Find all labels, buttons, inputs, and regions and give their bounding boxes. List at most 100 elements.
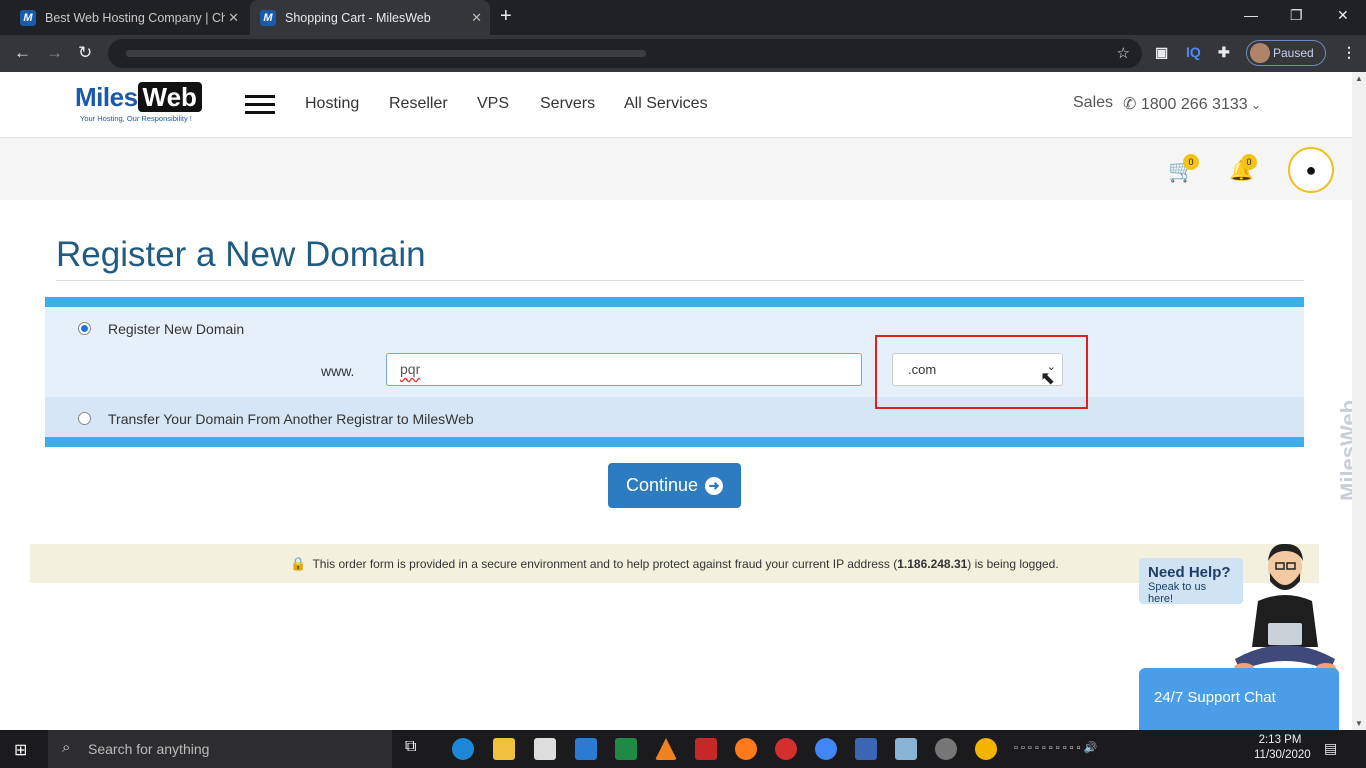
transfer-option-label[interactable]: Transfer Your Domain From Another Regist… bbox=[108, 411, 474, 427]
media-app-icon[interactable] bbox=[935, 738, 957, 760]
chrome-active-icon[interactable] bbox=[815, 738, 837, 760]
tab-title: Best Web Hosting Company | Ch bbox=[45, 10, 225, 25]
cart-count-badge: 0 bbox=[1183, 154, 1199, 170]
phone-number: 1800 266 3133 bbox=[1140, 96, 1248, 113]
register-option-label[interactable]: Register New Domain bbox=[108, 321, 244, 337]
profile-status: Paused bbox=[1273, 46, 1314, 60]
need-help-title: Need Help? bbox=[1148, 564, 1231, 581]
milesweb-logo[interactable]: Miles Web Your Hosting, Our Responsibilit… bbox=[75, 82, 202, 123]
lock-icon: 🔒 bbox=[290, 555, 307, 571]
extension-screen-icon[interactable]: ▣ bbox=[1155, 44, 1168, 61]
logo-tagline: Your Hosting, Our Responsibility ! bbox=[80, 114, 192, 123]
scroll-down-icon[interactable]: ▼ bbox=[1355, 719, 1363, 728]
system-clock[interactable]: 2:13 PM 11/30/2020 bbox=[1254, 733, 1311, 763]
browser-tab-strip: M Best Web Hosting Company | Ch ✕ M Shop… bbox=[0, 0, 1366, 35]
need-help-subtitle: Speak to us here! bbox=[1148, 581, 1207, 605]
side-logo: MilesWeb bbox=[1336, 327, 1352, 517]
avatar bbox=[1250, 43, 1270, 63]
nav-hosting[interactable]: Hosting bbox=[305, 95, 359, 113]
file-explorer-icon[interactable] bbox=[493, 738, 515, 760]
tab-title: Shopping Cart - MilesWeb bbox=[285, 10, 431, 25]
support-mascot-illustration bbox=[1234, 543, 1336, 673]
windows-start-icon[interactable]: ⊞ bbox=[14, 740, 27, 760]
register-radio[interactable] bbox=[78, 322, 91, 335]
title-divider bbox=[56, 280, 1304, 281]
arrow-right-icon: ➜ bbox=[705, 476, 724, 495]
transfer-radio[interactable] bbox=[78, 412, 91, 425]
extensions-puzzle-icon[interactable]: ✚ bbox=[1218, 44, 1230, 61]
side-logo-text: MilesWeb bbox=[1336, 399, 1352, 501]
continue-label: Continue bbox=[625, 475, 699, 495]
milesweb-favicon-icon: M bbox=[20, 9, 36, 26]
notification-center-icon[interactable]: ▤ bbox=[1324, 740, 1337, 757]
page-content: Miles Web Your Hosting, Our Responsibilit… bbox=[0, 72, 1352, 702]
www-label: www. bbox=[321, 363, 355, 379]
firefox-icon[interactable] bbox=[735, 738, 757, 760]
logo-web: Web bbox=[137, 82, 202, 112]
minimize-window-icon[interactable]: — bbox=[1244, 7, 1258, 23]
filezilla-icon[interactable] bbox=[695, 738, 717, 760]
nav-servers[interactable]: Servers bbox=[540, 95, 595, 113]
support-chat-button[interactable]: 24/7 Support Chat bbox=[1139, 668, 1339, 730]
continue-button[interactable]: Continue ➜ bbox=[608, 463, 741, 508]
secure-text-after: ) is being logged. bbox=[967, 556, 1059, 571]
need-help-bubble[interactable]: Need Help? Speak to us here! bbox=[1139, 558, 1243, 605]
close-window-icon[interactable]: ✕ bbox=[1337, 7, 1349, 24]
notes-app-icon[interactable] bbox=[895, 738, 917, 760]
clock-date: 11/30/2020 bbox=[1254, 749, 1311, 761]
search-placeholder: Search for anything bbox=[88, 741, 210, 757]
search-icon: ⌕ bbox=[62, 739, 71, 756]
user-account-icon[interactable]: ● bbox=[1288, 147, 1334, 193]
ip-address: 1.186.248.31 bbox=[897, 556, 968, 571]
task-view-icon[interactable]: ⧉ bbox=[405, 738, 427, 760]
meeting-app-icon[interactable] bbox=[855, 738, 877, 760]
blurred-url bbox=[126, 50, 646, 57]
browser-menu-icon[interactable]: ⋮ bbox=[1342, 44, 1356, 61]
chevron-down-icon: ⌄ bbox=[1247, 98, 1262, 112]
page-scrollbar[interactable]: ▲ ▼ bbox=[1352, 72, 1366, 730]
user-toolbar bbox=[0, 138, 1352, 200]
close-tab-icon[interactable]: ✕ bbox=[471, 10, 482, 26]
reload-icon[interactable]: ↻ bbox=[78, 43, 92, 63]
profile-button[interactable]: Paused bbox=[1246, 40, 1326, 66]
store-icon[interactable] bbox=[534, 738, 556, 760]
clock-time: 2:13 PM bbox=[1258, 734, 1302, 746]
secure-notice: 🔒 This order form is provided in a secur… bbox=[30, 544, 1319, 583]
taskbar-search[interactable]: ⌕ Search for anything bbox=[48, 730, 392, 768]
new-tab-button[interactable]: + bbox=[500, 5, 512, 28]
browser-tab-2-active[interactable]: M Shopping Cart - MilesWeb ✕ bbox=[250, 0, 490, 35]
chrome-icon[interactable] bbox=[975, 738, 997, 760]
mouse-cursor-icon: ⬉ bbox=[1040, 368, 1056, 388]
extension-iq-icon[interactable]: IQ bbox=[1186, 44, 1201, 60]
vlc-icon[interactable] bbox=[655, 738, 677, 760]
chat-app-icon[interactable] bbox=[775, 738, 797, 760]
bookmark-star-icon[interactable]: ☆ bbox=[1117, 44, 1130, 62]
sales-label: Sales bbox=[1073, 94, 1114, 111]
notification-count-badge: 0 bbox=[1241, 154, 1257, 170]
logo-miles: Miles bbox=[75, 82, 138, 112]
site-header: Miles Web Your Hosting, Our Responsibilit… bbox=[0, 72, 1352, 138]
domain-name-input[interactable]: pqr bbox=[386, 353, 862, 386]
edge-icon[interactable] bbox=[452, 738, 474, 760]
highlight-box bbox=[875, 335, 1088, 409]
address-bar[interactable]: ☆ bbox=[108, 39, 1142, 68]
mail-icon[interactable] bbox=[575, 738, 597, 760]
hamburger-menu-icon[interactable] bbox=[245, 95, 275, 115]
nav-reseller[interactable]: Reseller bbox=[389, 95, 448, 113]
taskbar: ⊞ ⌕ Search for anything ⧉ ▫ ▫ ▫ ▫ ▫ ▫ ▫ … bbox=[0, 730, 1366, 768]
forward-icon[interactable]: → bbox=[46, 43, 63, 63]
browser-tab-1[interactable]: M Best Web Hosting Company | Ch ✕ bbox=[12, 0, 247, 35]
page-title: Register a New Domain bbox=[56, 235, 426, 274]
milesweb-favicon-icon: M bbox=[260, 9, 276, 26]
browser-toolbar: ← → ↻ ☆ ▣ IQ ✚ Paused ⋮ bbox=[0, 35, 1366, 72]
phone-dropdown[interactable]: ✆ 1800 266 3133 ⌄ bbox=[1123, 94, 1261, 114]
tray-icons[interactable]: ▫ ▫ ▫ ▫ ▫ ▫ ▫ ▫ ▫ ▫ 🔊 bbox=[1014, 741, 1097, 754]
nav-vps[interactable]: VPS bbox=[477, 95, 509, 113]
scroll-up-icon[interactable]: ▲ bbox=[1355, 74, 1363, 83]
close-tab-icon[interactable]: ✕ bbox=[228, 10, 239, 26]
secure-text-before: This order form is provided in a secure … bbox=[312, 556, 898, 571]
excel-icon[interactable] bbox=[615, 738, 637, 760]
back-icon[interactable]: ← bbox=[14, 43, 31, 63]
nav-all-services[interactable]: All Services bbox=[624, 95, 708, 113]
restore-window-icon[interactable]: ❐ bbox=[1290, 7, 1303, 24]
